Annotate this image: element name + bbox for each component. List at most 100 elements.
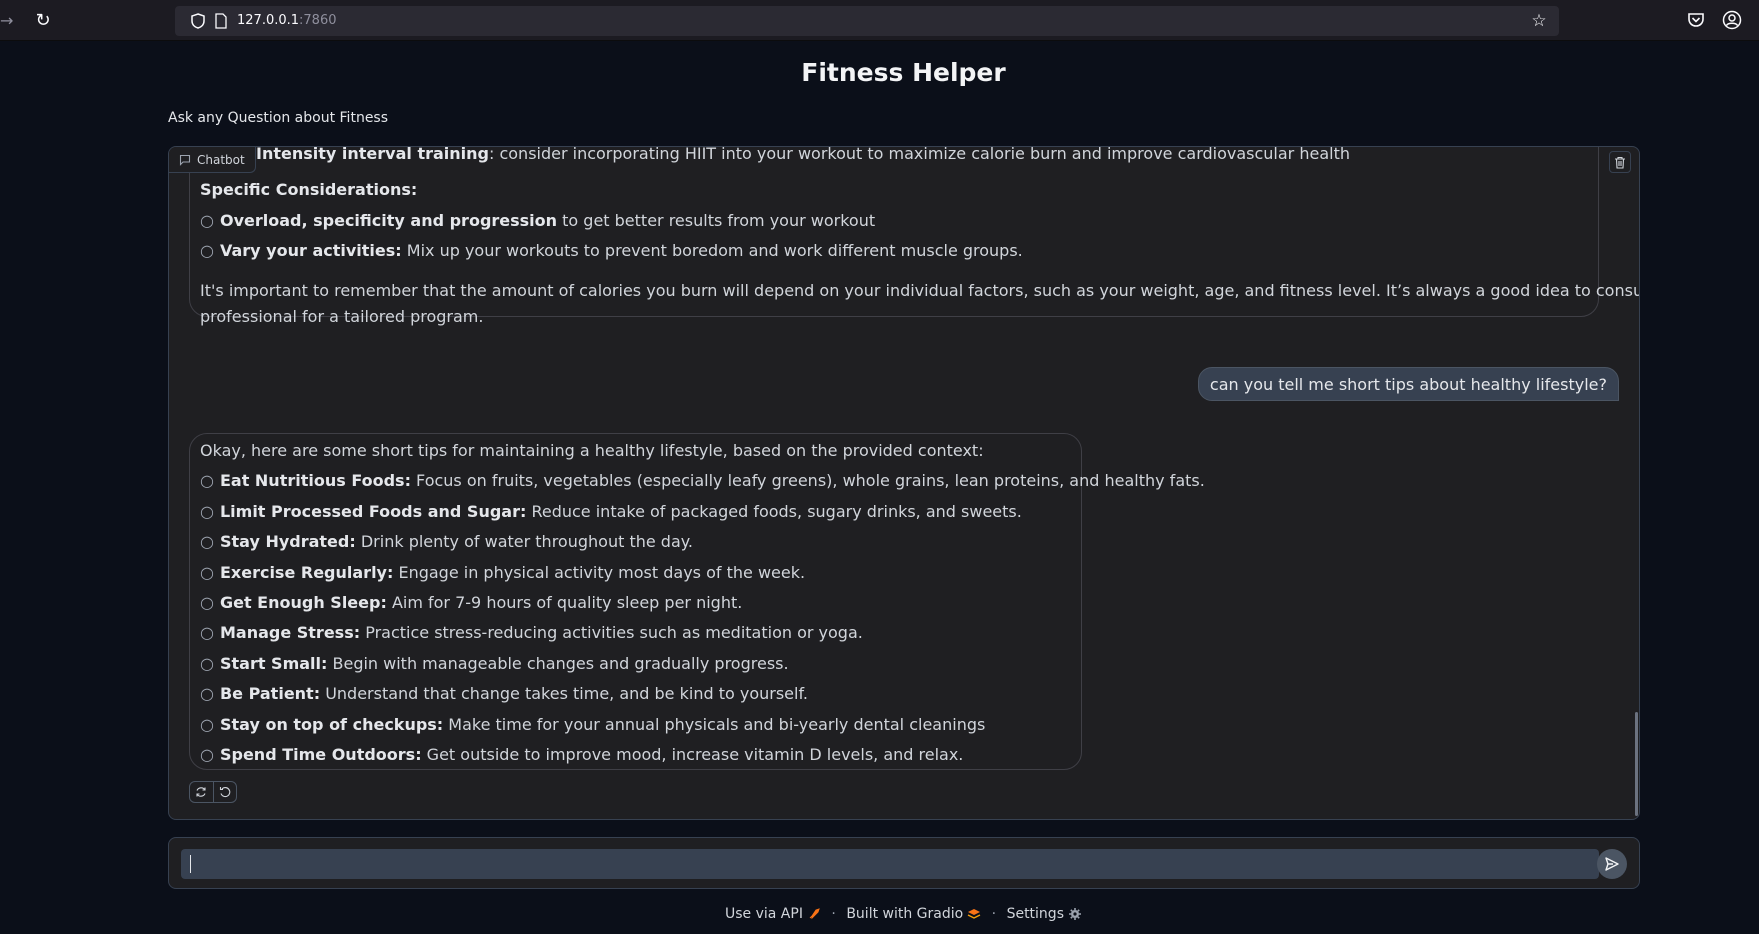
item-title: Manage Stress:: [219, 623, 361, 642]
message-actions: [189, 781, 237, 803]
bullet-icon: ○: [200, 715, 214, 734]
list-item: ○ Limit Processed Foods and Sugar: Reduce…: [200, 502, 1022, 522]
item-title: Overload, specificity and progression: [219, 211, 558, 230]
url-host: 127.0.0.1: [237, 13, 300, 28]
reload-icon[interactable]: ↻: [32, 10, 54, 32]
item-text: Focus on fruits, vegetables (especially …: [410, 471, 1205, 490]
chatbot-label: Chatbot: [169, 147, 256, 173]
undo-button[interactable]: [212, 782, 236, 802]
url-port: :7860: [299, 13, 337, 28]
item-title: Be Patient:: [219, 684, 321, 703]
shield-icon[interactable]: [191, 13, 205, 29]
bot-message: Okay, here are some short tips for maint…: [189, 433, 1205, 770]
message-heading: Specific Considerations:: [200, 180, 417, 200]
retry-icon: [196, 787, 207, 797]
chat-icon: [179, 154, 191, 166]
forward-icon[interactable]: →: [0, 10, 14, 32]
retry-button[interactable]: [190, 782, 213, 802]
footer: Use via API · Built with Gradio · Settin…: [0, 906, 1759, 922]
message-input[interactable]: [181, 849, 1599, 879]
account-icon[interactable]: [1722, 10, 1742, 30]
item-text: Practice stress-reducing activities such…: [360, 623, 863, 642]
line-text: : consider incorporating HIIT into your …: [488, 146, 1350, 163]
item-text: Reduce intake of packaged foods, sugary …: [526, 502, 1022, 521]
chatbot-label-text: Chatbot: [197, 152, 245, 167]
item-title: Stay Hydrated:: [219, 532, 356, 551]
list-item: ○ Start Small: Begin with manageable chan…: [200, 654, 789, 674]
item-text: Get outside to improve mood, increase vi…: [421, 745, 964, 764]
page-title: Fitness Helper: [801, 58, 1006, 87]
built-with-gradio-link[interactable]: Built with Gradio: [846, 906, 981, 922]
trash-icon: [1615, 156, 1625, 169]
list-item: ○ Overload, specificity and progression t…: [200, 211, 875, 231]
api-link-text: Use via API: [725, 906, 803, 922]
user-message: can you tell me short tips about healthy…: [1197, 367, 1619, 401]
pocket-icon[interactable]: [1686, 10, 1706, 30]
list-item: ○ Vary your activities: Mix up your worko…: [200, 241, 1023, 261]
rocket-icon: [809, 908, 820, 920]
bold-text: Intensity interval training: [256, 146, 489, 163]
url-text: 127.0.0.1:7860: [237, 12, 337, 30]
footer-separator: ·: [991, 906, 997, 922]
list-item: ○ Exercise Regularly: Engage in physical …: [200, 563, 805, 583]
address-bar[interactable]: 127.0.0.1:7860 ☆: [175, 6, 1559, 36]
bullet-icon: ○: [200, 471, 214, 490]
list-item: ○ Stay on top of checkups: Make time for …: [200, 715, 985, 735]
item-text: Mix up your workouts to prevent boredom …: [401, 241, 1023, 260]
use-via-api-link[interactable]: Use via API: [725, 906, 821, 922]
undo-icon: [219, 787, 231, 798]
text-caret: [190, 855, 191, 873]
item-title: Start Small:: [219, 654, 328, 673]
item-text: Drink plenty of water throughout the day…: [355, 532, 694, 551]
list-item: ○ Eat Nutritious Foods: Focus on fruits, …: [200, 471, 1205, 491]
list-item: ○ Be Patient: Understand that change take…: [200, 684, 808, 704]
send-icon: [1605, 857, 1619, 871]
gradio-link-text: Built with Gradio: [846, 906, 964, 922]
settings-link-text: Settings: [1006, 906, 1064, 922]
list-item: ○ Spend Time Outdoors: Get outside to imp…: [200, 745, 963, 765]
heading-text: Specific Considerations:: [200, 180, 418, 199]
item-text: Aim for 7-9 hours of quality sleep per n…: [386, 593, 743, 612]
item-title: Stay on top of checkups:: [219, 715, 444, 734]
chatbot-panel: Chatbot Intensity interval training: con…: [168, 146, 1640, 820]
bot-message: Intensity interval training: consider in…: [189, 146, 1639, 326]
message-line: Intensity interval training: consider in…: [256, 146, 1350, 164]
footer-separator: ·: [831, 906, 836, 922]
bullet-icon: ○: [200, 211, 214, 230]
item-title: Spend Time Outdoors:: [219, 745, 422, 764]
item-text: to get better results from your workout: [557, 211, 876, 230]
page-description: Ask any Question about Fitness: [168, 110, 389, 126]
chat-input-bar: [168, 837, 1640, 889]
item-text: Begin with manageable changes and gradua…: [327, 654, 789, 673]
send-button[interactable]: [1597, 849, 1627, 879]
item-title: Get Enough Sleep:: [219, 593, 387, 612]
bullet-icon: ○: [200, 241, 214, 260]
message-paragraph: It's important to remember that the amou…: [200, 281, 1640, 300]
bullet-icon: ○: [200, 563, 214, 582]
item-title: Exercise Regularly:: [219, 563, 394, 582]
item-title: Vary your activities:: [219, 241, 402, 260]
clear-chat-button[interactable]: [1609, 151, 1631, 173]
item-title: Eat Nutritious Foods:: [219, 471, 411, 490]
bullet-icon: ○: [200, 623, 214, 642]
bullet-icon: ○: [200, 684, 214, 703]
bookmark-star-icon[interactable]: ☆: [1529, 11, 1549, 31]
message-paragraph: professional for a tailored program.: [200, 307, 484, 326]
item-text: Make time for your annual physicals and …: [443, 715, 986, 734]
item-text: Understand that change takes time, and b…: [320, 684, 808, 703]
message-intro: Okay, here are some short tips for maint…: [200, 441, 984, 460]
list-item: ○ Manage Stress: Practice stress-reducing…: [200, 623, 863, 643]
bullet-icon: ○: [200, 502, 214, 521]
bullet-icon: ○: [200, 532, 214, 551]
gradio-logo-icon: [967, 909, 981, 919]
list-item: ○ Stay Hydrated: Drink plenty of water th…: [200, 532, 693, 552]
bullet-icon: ○: [200, 593, 214, 612]
list-item: ○ Get Enough Sleep: Aim for 7-9 hours of …: [200, 593, 742, 613]
browser-toolbar: → ↻ 127.0.0.1:7860 ☆: [0, 0, 1759, 41]
bullet-icon: ○: [200, 745, 214, 764]
item-title: Limit Processed Foods and Sugar:: [219, 502, 527, 521]
chat-scrollbar[interactable]: [1635, 712, 1638, 816]
item-text: Engage in physical activity most days of…: [393, 563, 806, 582]
page-icon: [215, 13, 227, 29]
settings-link[interactable]: Settings: [1007, 906, 1082, 922]
